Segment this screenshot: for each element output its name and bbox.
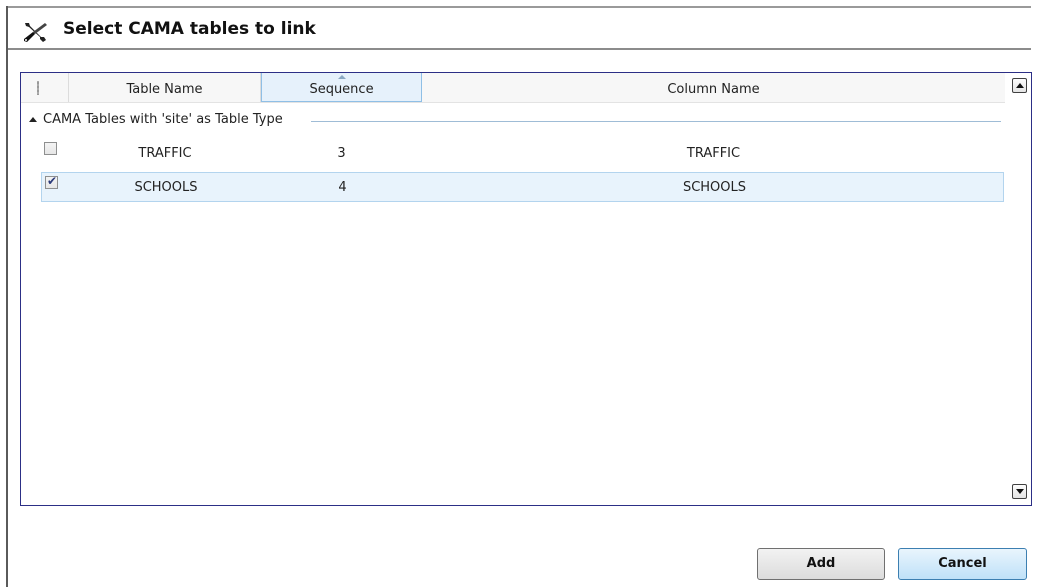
header-divider <box>8 48 1031 50</box>
add-button[interactable]: Add <box>757 548 885 580</box>
table-row[interactable]: ✔ SCHOOLS 4 SCHOOLS <box>41 172 1004 202</box>
column-header-table-name[interactable]: Table Name <box>69 73 261 102</box>
cama-tables-grid[interactable]: Table Name Sequence Column Name CAMA Tab… <box>20 72 1032 506</box>
row-checkbox[interactable] <box>44 142 57 155</box>
tools-icon <box>24 23 47 42</box>
column-header-sequence[interactable]: Sequence <box>261 73 422 102</box>
table-name-cell: SCHOOLS <box>134 180 198 195</box>
dialog-title: Select CAMA tables to link <box>63 19 316 39</box>
column-header-column-name[interactable]: Column Name <box>422 73 1005 102</box>
column-header-row: Table Name Sequence Column Name <box>21 73 1005 103</box>
column-name-cell: TRAFFIC <box>686 146 741 161</box>
checkmark-icon: ✔ <box>47 174 58 188</box>
sequence-cell: 3 <box>337 146 346 161</box>
group-divider-line <box>311 121 1001 122</box>
row-checkbox[interactable]: ✔ <box>45 174 58 189</box>
grip-dots-icon <box>37 81 39 95</box>
collapse-chevron-icon[interactable] <box>29 117 37 122</box>
sequence-cell: 4 <box>338 180 347 195</box>
column-name-cell: SCHOOLS <box>682 180 747 195</box>
table-row[interactable]: TRAFFIC 3 TRAFFIC <box>41 139 1004 169</box>
column-header-sequence-label: Sequence <box>309 82 374 97</box>
scroll-up-button[interactable] <box>1012 78 1027 93</box>
column-chooser-grip[interactable] <box>21 73 69 102</box>
window-left-border <box>6 6 8 587</box>
group-row[interactable]: CAMA Tables with 'site' as Table Type <box>21 109 1005 133</box>
scroll-down-button[interactable] <box>1012 484 1027 499</box>
select-cama-tables-dialog: Select CAMA tables to link Table Name Se… <box>0 0 1039 587</box>
sort-ascending-icon <box>338 75 346 79</box>
table-name-cell: TRAFFIC <box>138 146 192 161</box>
cancel-button[interactable]: Cancel <box>898 548 1027 580</box>
group-label: CAMA Tables with 'site' as Table Type <box>43 112 283 127</box>
